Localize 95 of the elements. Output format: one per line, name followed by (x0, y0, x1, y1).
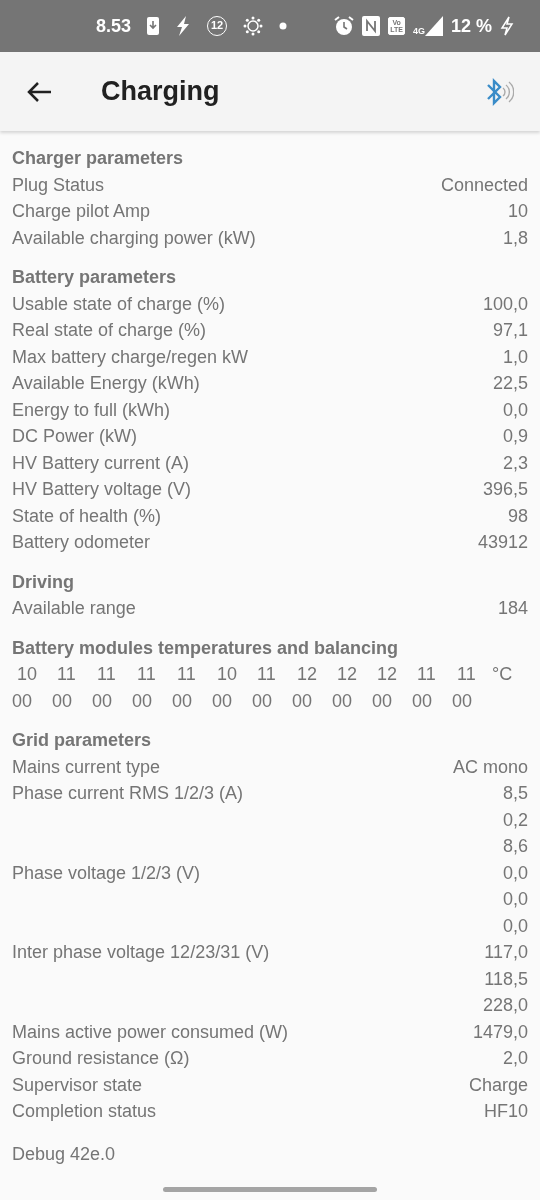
dot-icon (279, 22, 288, 30)
parameter-label: Real state of charge (%) (12, 319, 207, 342)
parameter-value: 0,0 (502, 398, 528, 422)
module-balancing: 00 (52, 689, 74, 713)
module-temperature: 12 (336, 663, 359, 686)
parameter-label: Available charging power (kW) (12, 226, 256, 250)
module-balancing: 00 (412, 689, 434, 713)
parameter-label: Phase current RMS 1/2/3 (A) (12, 782, 244, 805)
back-icon[interactable] (26, 80, 52, 103)
nfc-icon (362, 16, 381, 36)
parameter-value: Charge (468, 1073, 528, 1097)
temperature-unit: °C (492, 663, 514, 686)
module-temperature: 12 (376, 663, 399, 686)
parameter-label: Mains active power consumed (W) (12, 1020, 289, 1044)
sun-icon (243, 16, 264, 36)
parameter-label: Usable state of charge (%) (12, 292, 226, 316)
section-title: Battery parameters (12, 266, 178, 289)
module-temperature: 11 (56, 663, 77, 686)
page-title: Charging (101, 75, 220, 108)
parameter-value: 0,0 (502, 914, 528, 938)
signal-icon (424, 16, 443, 36)
parameter-label: Available range (12, 597, 136, 620)
parameter-value: 10 (507, 200, 528, 223)
charging-bolt-icon (500, 16, 514, 36)
section-title: Battery modules temperatures and balancing (12, 636, 400, 660)
module-balancing: 00 (332, 689, 354, 713)
parameter-label: Plug Status (12, 173, 105, 197)
parameter-value: 1,8 (502, 226, 528, 250)
parameter-value: 100,0 (482, 292, 528, 316)
section-title: Grid parameters (12, 729, 153, 752)
parameter-label: HV Battery current (A) (12, 451, 190, 475)
parameter-value: 228,0 (482, 994, 528, 1017)
parameter-label: Supervisor state (12, 1073, 143, 1097)
debug-version: Debug 42e.0 (12, 1142, 117, 1166)
parameter-value: 396,5 (482, 478, 528, 501)
alarm-icon (334, 16, 355, 36)
parameter-value: 8,6 (502, 835, 528, 858)
network-type: 4G (412, 27, 425, 36)
module-temperature: 11 (136, 663, 157, 686)
module-balancing: 00 (132, 689, 154, 713)
parameter-value: 2,3 (502, 451, 528, 475)
parameter-label: Mains current type (12, 755, 161, 779)
module-balancing: 00 (292, 689, 314, 713)
parameter-label: DC Power (kW) (12, 425, 137, 448)
parameter-value: 0,0 (502, 888, 528, 911)
parameter-label: Inter phase voltage 12/23/31 (V) (12, 941, 270, 964)
parameter-label: Completion status (12, 1100, 157, 1123)
module-temperature: 11 (176, 663, 197, 686)
module-balancing: 00 (452, 689, 474, 713)
parameter-label: HV Battery voltage (V) (12, 478, 192, 501)
lightning-icon (175, 16, 192, 36)
parameter-value: 22,5 (492, 372, 528, 395)
bluetooth-icon[interactable] (484, 76, 514, 107)
parameter-label: Battery odometer (12, 531, 151, 554)
parameter-label: Available Energy (kWh) (12, 372, 200, 395)
parameter-value: 0,0 (502, 861, 528, 885)
parameter-label: Max battery charge/regen kW (12, 345, 249, 369)
parameter-value: 2,0 (502, 1047, 528, 1070)
module-temperature: 10 (16, 663, 39, 686)
parameter-value: 1479,0 (472, 1020, 528, 1044)
parameter-value: 0,9 (502, 425, 528, 448)
module-balancing: 00 (172, 689, 194, 713)
parameter-value: Connected (440, 173, 528, 197)
section-title: Charger parameters (12, 147, 185, 170)
parameter-value: 43912 (477, 531, 528, 554)
module-temperature: 11 (416, 663, 437, 686)
module-balancing: 00 (12, 689, 34, 713)
module-temperature: 10 (216, 663, 239, 686)
parameter-value: 118,5 (484, 967, 528, 991)
parameter-label: Charge pilot Amp (12, 200, 151, 223)
module-balancing: 00 (252, 689, 274, 713)
parameter-value: 1,0 (502, 345, 528, 369)
battery-percent: 12 % (450, 14, 492, 38)
parameter-value: 184 (497, 597, 528, 620)
parameter-value: 8,5 (502, 782, 528, 805)
download-icon (147, 17, 160, 35)
parameter-label: Ground resistance (Ω) (12, 1047, 190, 1070)
module-balancing: 00 (212, 689, 234, 713)
module-temperature: 11 (256, 663, 277, 686)
module-balancing: 00 (372, 689, 394, 713)
module-balancing: 00 (92, 689, 114, 713)
clock-time: 8.53 (96, 14, 132, 38)
parameter-value: AC mono (452, 755, 528, 779)
parameter-label: Phase voltage 1/2/3 (V) (12, 861, 201, 885)
parameter-label: Energy to full (kWh) (12, 398, 171, 422)
parameter-value: 117,0 (484, 941, 528, 964)
parameter-value: 0,2 (502, 808, 528, 832)
parameter-value: 98 (507, 504, 528, 528)
module-temperature: 11 (96, 663, 117, 686)
section-title: Driving (12, 570, 75, 594)
parameter-value: 97,1 (492, 319, 528, 342)
parameter-value: HF10 (484, 1100, 528, 1123)
module-temperature: 11 (456, 663, 477, 686)
module-temperature: 12 (296, 663, 319, 686)
parameter-label: State of health (%) (12, 504, 162, 528)
